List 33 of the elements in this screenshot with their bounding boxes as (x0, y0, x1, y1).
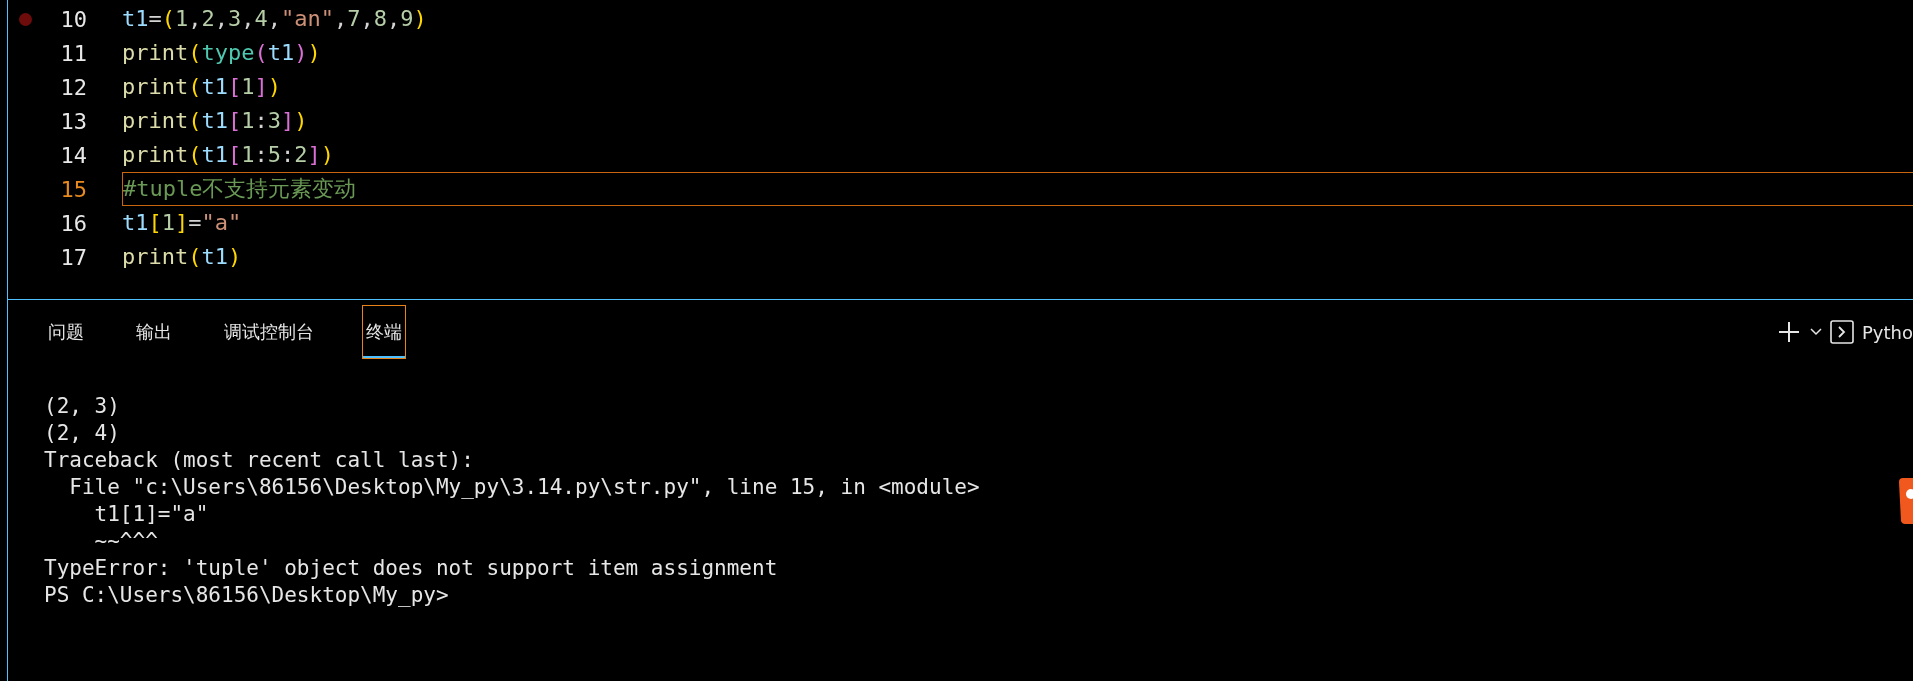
line-number: 12 (59, 74, 87, 100)
terminal-line: t1[1]="a" (93, 501, 210, 528)
terminal-line: TypeError: 'tuple' object does not support item assignment (44, 555, 779, 582)
terminal-profile-label[interactable]: Pytho (1862, 321, 1913, 343)
panel-tab[interactable]: 问题 (44, 305, 88, 359)
floating-widget-icon[interactable] (1899, 478, 1913, 524)
line-number: 17 (59, 244, 87, 270)
code-line: print(type(t1)) (122, 39, 322, 67)
chevron-down-icon[interactable] (1810, 328, 1822, 336)
line-number: 14 (59, 142, 87, 168)
code-line: #tuple不支持元素变动 (122, 172, 1913, 206)
terminal-line: (2, 3) (44, 393, 121, 420)
terminal-line: File "c:\Users\86156\Desktop\My_py\3.14.py\str.py", line 15, in <module> (68, 474, 981, 501)
terminal-icon[interactable] (1830, 320, 1854, 344)
line-number: 10 (59, 6, 87, 32)
terminal-line: (2, 4) (44, 420, 121, 447)
line-number: 15 (59, 176, 87, 202)
code-line: print(t1) (122, 243, 243, 271)
terminal-line: PS C:\Users\86156\Desktop\My_py> (44, 582, 450, 609)
terminal-line: Traceback (most recent call last): (44, 447, 475, 474)
terminal-line: ~~^^^ (93, 528, 159, 555)
code-line: print(t1[1:3]) (122, 107, 309, 135)
code-line: print(t1[1:5:2]) (122, 141, 335, 169)
line-number: 13 (59, 108, 87, 134)
code-line: t1[1]="a" (122, 209, 243, 237)
panel-tab[interactable]: 调试控制台 (220, 305, 318, 359)
panel-tab[interactable]: 终端 (362, 305, 406, 359)
line-number: 16 (59, 210, 87, 236)
plus-icon[interactable] (1778, 321, 1800, 343)
panel-tab[interactable]: 输出 (132, 305, 176, 359)
line-number: 11 (59, 40, 87, 66)
code-line: t1=(1,2,3,4,"an",7,8,9) (122, 5, 428, 33)
code-line: print(t1[1]) (122, 73, 282, 101)
